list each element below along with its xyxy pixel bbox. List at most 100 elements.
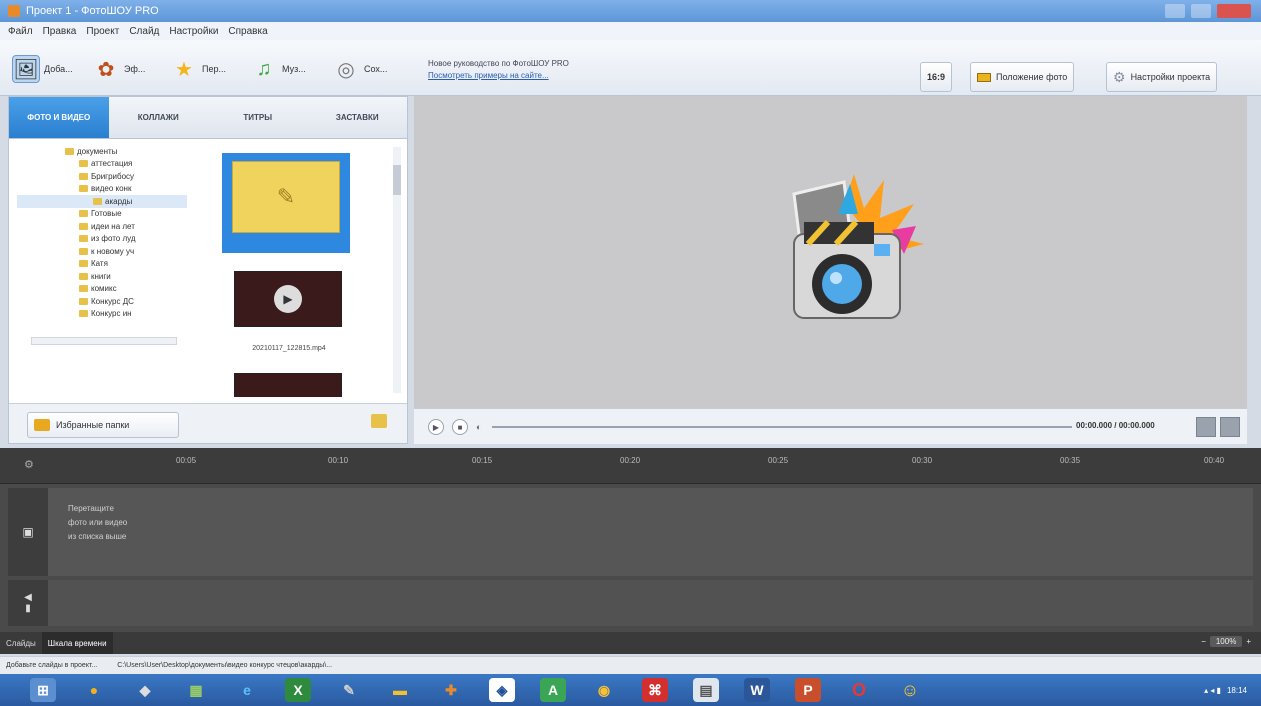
shield-icon[interactable]: ◈ — [489, 678, 515, 702]
tab-collages[interactable]: КОЛЛАЖИ — [109, 97, 209, 138]
tab-slides[interactable]: Слайды — [0, 632, 42, 654]
transitions-button[interactable]: ★ Пер... — [170, 54, 226, 84]
add-photo-icon: 🖼 — [12, 55, 40, 83]
tree-item[interactable]: из фото луд — [17, 233, 187, 246]
taskbar-app-icon[interactable]: ◆ — [132, 678, 158, 702]
app-icon — [8, 5, 20, 17]
paint-icon[interactable]: ✎ — [336, 678, 362, 702]
pdf-icon[interactable]: ⌘ — [642, 678, 668, 702]
tree-item[interactable]: Бригрибосу — [17, 170, 187, 183]
play-button[interactable]: ▶ — [428, 419, 444, 435]
tree-item[interactable]: Катя — [17, 258, 187, 271]
save-label: Сох... — [364, 64, 388, 74]
favorite-folders-button[interactable]: Избранные папки — [27, 412, 179, 438]
word-icon[interactable]: W — [744, 678, 770, 702]
slides-track[interactable]: Перетащите фото или видео из списка выше — [48, 488, 1253, 576]
tree-label: Бригрибосу — [91, 171, 135, 181]
add-folder-icon[interactable] — [371, 414, 387, 428]
video-thumbnail[interactable] — [234, 373, 342, 397]
video-thumbnail[interactable]: ▶ — [234, 271, 342, 327]
menu-settings[interactable]: Настройки — [169, 26, 218, 37]
thumbnail-scrollbar[interactable] — [393, 147, 401, 393]
tree-item[interactable]: Конкурс ин — [17, 308, 187, 321]
menu-slide[interactable]: Слайд — [129, 26, 159, 37]
project-settings-button[interactable]: ⚙ Настройки проекта — [1106, 62, 1218, 92]
tab-photo-video[interactable]: ФОТО И ВИДЕО — [9, 97, 109, 138]
tree-item[interactable]: Конкурс ДС — [17, 295, 187, 308]
app-a-icon[interactable]: A — [540, 678, 566, 702]
scrollbar-thumb[interactable] — [393, 165, 401, 195]
powerpoint-icon[interactable]: P — [795, 678, 821, 702]
transitions-star-icon: ★ — [175, 58, 193, 81]
tab-intros[interactable]: ЗАСТАВКИ — [308, 97, 408, 138]
tree-label: Готовые — [91, 209, 122, 219]
save-button[interactable]: ◎ Сох... — [332, 54, 387, 84]
tree-item[interactable]: идеи на лет — [17, 220, 187, 233]
emoji-icon[interactable]: ☺ — [897, 678, 923, 702]
save-film-icon: ◎ — [337, 58, 355, 81]
tree-item[interactable]: книги — [17, 270, 187, 283]
add-button[interactable]: 🖼 Доба... — [12, 54, 73, 84]
excel-icon[interactable]: X — [285, 678, 311, 702]
folder-icon — [79, 310, 88, 318]
tab-timeline[interactable]: Шкала времени — [41, 632, 113, 654]
status-path: C:\Users\User\Desktop\документы\видео ко… — [117, 662, 333, 669]
tree-hscrollbar[interactable] — [31, 337, 177, 345]
folder-icon[interactable]: ▬ — [387, 678, 413, 702]
opera-icon[interactable]: O — [846, 678, 872, 702]
playback-slider[interactable] — [492, 426, 1072, 428]
slides-track-icon: ▣ — [8, 488, 48, 576]
document-icon[interactable]: ▤ — [693, 678, 719, 702]
audio-track[interactable] — [48, 580, 1253, 626]
tab-titles[interactable]: ТИТРЫ — [208, 97, 308, 138]
ie-icon[interactable]: e — [234, 678, 260, 702]
zoom-out-button[interactable]: − — [1201, 637, 1206, 646]
menu-project[interactable]: Проект — [86, 26, 119, 37]
tray-icons[interactable]: ▴ ◂ ▮ — [1204, 686, 1221, 695]
tree-item[interactable]: к новому уч — [17, 245, 187, 258]
zoom-value[interactable]: 100% — [1209, 636, 1243, 647]
menu-file[interactable]: Файл — [8, 26, 33, 37]
effects-button[interactable]: ✿ Эф... — [92, 54, 146, 84]
menu-help[interactable]: Справка — [228, 26, 267, 37]
tree-label: из фото луд — [91, 234, 136, 244]
aspect-ratio-button[interactable]: 16:9 — [920, 62, 953, 92]
tree-item-selected[interactable]: акарды — [17, 195, 187, 208]
mic-icon: ▮ — [25, 603, 31, 614]
clock[interactable]: 18:14 — [1227, 686, 1247, 695]
folder-icon — [79, 285, 88, 293]
folder-icon — [79, 235, 88, 243]
taskbar-app-icon[interactable]: ● — [81, 678, 107, 702]
ruler-gear-icon[interactable]: ⚙ — [24, 458, 34, 471]
menu-edit[interactable]: Правка — [43, 26, 77, 37]
examples-link[interactable]: Посмотреть примеры на сайте... — [428, 70, 569, 82]
tree-item[interactable]: видео конк — [17, 183, 187, 196]
tree-item[interactable]: Готовые — [17, 208, 187, 221]
preview-mode-button[interactable] — [1220, 417, 1240, 437]
music-button[interactable]: ♫ Муз... — [250, 54, 306, 84]
start-button[interactable]: ⊞ — [30, 678, 56, 702]
system-tray: ▴ ◂ ▮ 18:14 — [1204, 686, 1247, 695]
volume-icon[interactable]: ◐ — [476, 422, 481, 432]
zoom-in-button[interactable]: + — [1246, 637, 1251, 646]
stop-button[interactable]: ■ — [452, 419, 468, 435]
maximize-button[interactable] — [1191, 4, 1211, 18]
tree-item[interactable]: документы — [17, 145, 187, 158]
taskbar-app-icon[interactable]: ✚ — [438, 678, 464, 702]
tree-item[interactable]: аттестация — [17, 158, 187, 171]
close-button[interactable] — [1217, 4, 1251, 18]
ruler-tick: 00:25 — [768, 456, 789, 465]
photo-position-button[interactable]: Положение фото — [970, 62, 1075, 92]
minimize-button[interactable] — [1165, 4, 1185, 18]
folder-icon — [79, 297, 88, 305]
favorite-folders-label: Избранные папки — [56, 420, 130, 430]
tree-item[interactable]: комикс — [17, 283, 187, 296]
music-label: Муз... — [282, 64, 306, 74]
thumbnail-selected[interactable]: ✎ — [222, 153, 350, 253]
media-panel: ФОТО И ВИДЕО КОЛЛАЖИ ТИТРЫ ЗАСТАВКИ доку… — [8, 96, 408, 444]
chrome-icon[interactable]: ◉ — [591, 678, 617, 702]
taskbar-app-icon[interactable]: ▦ — [183, 678, 209, 702]
fullscreen-button[interactable] — [1196, 417, 1216, 437]
guide-link[interactable]: Новое руководство по ФотоШОУ PRO — [428, 58, 569, 70]
thumbnail-caption: 20210117_122815.mp4 — [252, 345, 326, 352]
